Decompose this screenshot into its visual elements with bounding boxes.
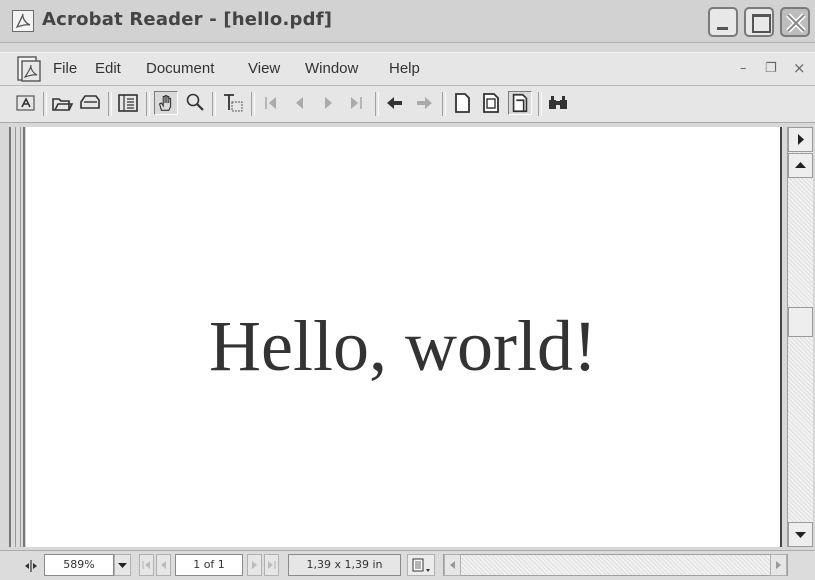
go-forward-icon[interactable] [412,91,436,115]
status-first-page-button[interactable] [139,554,154,576]
toolbar-separator [442,92,446,116]
last-page-icon [268,561,276,569]
pdf-page[interactable]: Hello, world! [26,127,782,547]
minimize-icon [717,27,728,30]
scroll-left-button[interactable] [444,554,461,576]
scroll-thumb[interactable] [788,307,813,337]
find-icon[interactable] [546,91,570,115]
zoom-dropdown-button[interactable] [114,554,131,576]
menu-bar: File Edit Document View Window Help – ❐ … [0,52,815,86]
toolbar-separator [251,92,255,116]
minimize-button[interactable] [708,7,738,37]
page-layout-icon [412,558,430,572]
next-page-icon [252,561,257,569]
menu-view[interactable]: View [248,60,280,77]
scroll-up-button[interactable] [788,153,813,178]
resize-pane-icon[interactable] [24,559,38,573]
first-page-icon [142,561,150,569]
toolbar-separator [538,92,542,116]
menu-help[interactable]: Help [389,60,420,77]
document-close-button[interactable]: × [793,59,806,77]
first-page-icon[interactable] [259,91,283,115]
status-next-page-button[interactable] [247,554,262,576]
scroll-right-button[interactable] [770,554,787,576]
toolbar-separator [212,92,216,116]
window-title: Acrobat Reader - [hello.pdf] [42,9,333,30]
maximize-button[interactable] [744,7,774,37]
zoom-tool-icon[interactable] [183,91,207,115]
show-bookmarks-button[interactable] [788,127,813,152]
status-previous-page-button[interactable] [156,554,171,576]
page-number-field[interactable]: 1 of 1 [175,554,243,576]
vertical-scrollbar[interactable] [787,127,813,547]
page-layout-button[interactable] [407,554,435,576]
text-select-icon[interactable] [14,91,38,115]
document-restore-button[interactable]: ❐ [765,61,777,76]
pdf-document-icon[interactable] [16,56,42,82]
toolbar-separator [375,92,379,116]
next-page-icon[interactable] [316,91,340,115]
arrow-left-icon [450,561,455,569]
print-icon[interactable] [78,91,102,115]
text-tool-icon[interactable] [221,91,245,115]
last-page-icon[interactable] [344,91,368,115]
previous-page-icon[interactable] [288,91,312,115]
arrow-right-icon [776,561,781,569]
status-bar: 589% 1 of 1 1,39 x 1,39 in [0,550,815,580]
arrow-down-icon [795,532,806,538]
maximize-icon [752,14,771,33]
menu-window[interactable]: Window [305,60,358,77]
previous-page-icon [161,561,166,569]
go-back-icon[interactable] [383,91,407,115]
actual-size-icon[interactable] [450,91,474,115]
page-size-display: 1,39 x 1,39 in [288,554,401,576]
zoom-field[interactable]: 589% [44,554,114,576]
document-text: Hello, world! [209,306,597,386]
fit-page-icon[interactable] [479,91,503,115]
toolbar-separator [43,92,47,116]
scroll-down-button[interactable] [788,522,813,547]
document-area: Hello, world! [0,123,815,550]
toolbar-separator [108,92,112,116]
menu-file[interactable]: File [53,60,77,77]
close-button[interactable] [780,7,810,37]
chevron-down-icon [118,563,127,568]
menu-edit[interactable]: Edit [95,60,121,77]
title-bar[interactable]: Acrobat Reader - [hello.pdf] [0,0,815,43]
menu-document[interactable]: Document [146,60,214,77]
close-icon [786,13,806,33]
horizontal-scrollbar[interactable] [443,554,788,576]
toolbar [0,86,815,123]
triangle-right-icon [798,134,804,145]
document-minimize-button[interactable]: – [740,61,747,76]
acrobat-window: Acrobat Reader - [hello.pdf] File Edit D… [0,0,815,580]
acrobat-app-icon[interactable] [12,10,34,32]
status-last-page-button[interactable] [264,554,279,576]
fit-width-icon[interactable] [508,91,532,115]
arrow-up-icon [795,162,806,168]
hand-tool-icon[interactable] [154,91,178,115]
open-icon[interactable] [50,91,74,115]
toolbar-separator [146,92,150,116]
bookmarks-pane-icon[interactable] [116,91,140,115]
navigation-pane-splitter[interactable] [9,127,25,547]
